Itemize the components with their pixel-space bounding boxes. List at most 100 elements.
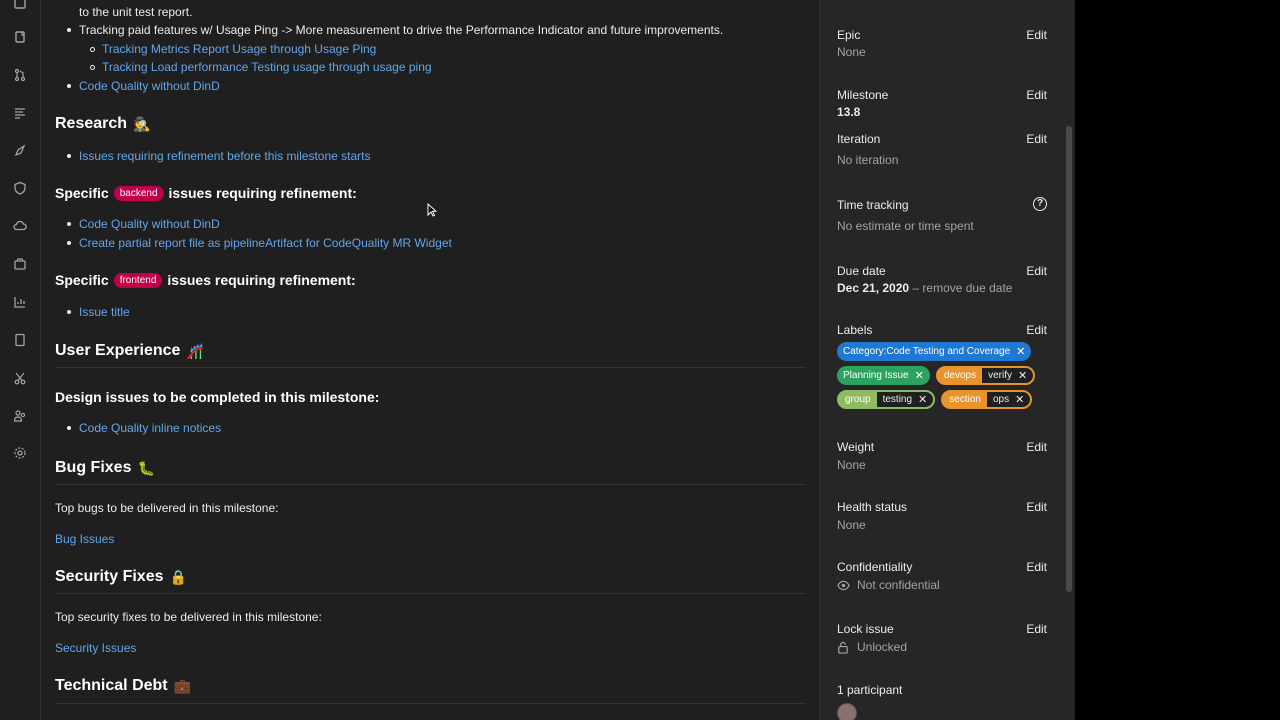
health-status-edit-button[interactable]: Edit [1026,500,1047,514]
bugs-text: Top bugs to be delivered in this milesto… [55,501,279,515]
time-tracking-title: Time tracking [837,198,909,212]
time-tracking-value: No estimate or time spent [837,219,974,233]
milestone-edit-button[interactable]: Edit [1026,88,1047,102]
health-status-title: Health status [837,500,908,514]
label-section-ops[interactable]: section ops ✕ [941,390,1033,409]
blank-area [1075,0,1280,720]
bug-issues-link[interactable]: Bug Issues [55,532,114,546]
list-item: Create partial report file as pipelineAr… [67,235,452,251]
label-category[interactable]: Category:Code Testing and Coverage ✕ [837,342,1032,361]
left-nav [0,0,41,720]
scrollbar-thumb[interactable] [1066,126,1072,592]
divider [55,593,806,594]
rocket-icon[interactable] [13,144,27,158]
label-group-testing[interactable]: group testing ✕ [837,390,936,409]
divider [55,367,806,368]
help-icon[interactable]: ? [1033,197,1047,211]
lock-emoji: 🔒 [169,568,187,585]
bug-emoji: 🐛 [137,459,155,476]
epic-value: None [837,45,866,59]
frontend-pill: frontend [113,272,163,288]
lock-issue-edit-button[interactable]: Edit [1026,622,1047,636]
roller-coaster-emoji: 🎢 [186,342,204,359]
shield-icon[interactable] [13,181,27,195]
iteration-edit-button[interactable]: Edit [1026,132,1047,146]
remove-label-icon[interactable]: ✕ [915,366,930,385]
tracking-metrics-link[interactable]: Tracking Metrics Report Usage through Us… [102,42,376,56]
heading-design: Design issues to be completed in this mi… [55,389,380,405]
list-item: Tracking Load performance Testing usage … [90,59,432,75]
list-item-text: Tracking paid features w/ Usage Ping -> … [66,23,724,37]
project-icon[interactable] [13,0,27,10]
divider [55,484,806,485]
analytics-icon[interactable] [13,295,27,309]
snippets-icon[interactable] [13,371,27,385]
package-icon[interactable] [13,257,27,271]
heading-security: Security Fixes 🔒 [55,568,187,585]
detective-emoji: 🕵️ [133,115,151,132]
heading-bugs: Bug Fixes 🐛 [55,459,155,476]
label-planning-issue[interactable]: Planning Issue ✕ [837,366,930,385]
epic-edit-button[interactable]: Edit [1026,28,1047,42]
security-issues-link[interactable]: Security Issues [55,641,136,655]
confidentiality-value: Not confidential [837,578,940,592]
labels-title: Labels [837,323,873,337]
labels-edit-button[interactable]: Edit [1026,323,1047,337]
remove-label-icon[interactable]: ✕ [1015,392,1031,407]
list-item-text: to the unit test report. [79,5,193,19]
issues-refinement-link[interactable]: Issues requiring refinement before this … [79,149,370,163]
backend-pill: backend [113,185,164,201]
heading-ux: User Experience 🎢 [55,342,204,359]
wiki-icon[interactable] [13,333,27,347]
issue-sidebar: Epic Edit None Milestone Edit 13.8 Itera… [819,0,1062,720]
iteration-title: Iteration [837,132,881,146]
labels-row: Category:Code Testing and Coverage ✕ [837,342,1032,361]
confidentiality-edit-button[interactable]: Edit [1026,560,1047,574]
unlock-icon [838,641,848,654]
code-quality-dind-link-2[interactable]: Code Quality without DinD [79,217,220,231]
list-item: Issue title [67,304,130,320]
heading-backend: Specific backend issues requiring refineme… [55,185,357,201]
issue-title-link[interactable]: Issue title [79,305,130,319]
remove-label-icon[interactable]: ✕ [918,392,934,407]
issues-icon[interactable] [13,30,27,44]
milestone-title: Milestone [837,88,889,102]
lock-issue-value: Unlocked [837,640,907,654]
lock-issue-title: Lock issue [837,622,894,636]
partial-report-link[interactable]: Create partial report file as pipelineAr… [79,236,452,250]
mouse-cursor-icon [427,203,437,217]
weight-title: Weight [837,440,875,454]
milestone-value[interactable]: 13.8 [837,105,860,119]
merge-request-icon[interactable] [13,68,27,82]
remove-due-date-link[interactable]: – remove due date [912,281,1012,295]
weight-value: None [837,458,866,472]
list-item: Tracking Metrics Report Usage through Us… [89,41,376,57]
due-date-title: Due date [837,264,886,278]
due-date-edit-button[interactable]: Edit [1026,264,1047,278]
cloud-icon[interactable] [13,219,27,233]
members-icon[interactable] [13,409,27,423]
settings-icon[interactable] [13,446,27,460]
labels-row: group testing ✕ section ops ✕ [837,390,1033,409]
remove-label-icon[interactable]: ✕ [1016,342,1031,361]
security-text: Top security fixes to be delivered in th… [55,610,322,624]
list-item: Issues requiring refinement before this … [66,148,370,164]
participants-title: 1 participant [837,683,903,697]
tracking-load-link[interactable]: Tracking Load performance Testing usage … [102,60,432,74]
epic-title: Epic [837,28,861,42]
requirements-icon[interactable] [13,106,27,120]
eye-icon [837,580,850,590]
code-quality-dind-link[interactable]: Code Quality without DinD [79,79,220,93]
list-item: Code Quality without DinD [67,216,220,232]
inline-notices-link[interactable]: Code Quality inline notices [79,421,221,435]
briefcase-emoji: 💼 [173,677,192,694]
list-item: Code Quality without DinD [67,78,220,94]
weight-edit-button[interactable]: Edit [1026,440,1047,454]
confidentiality-title: Confidentiality [837,560,913,574]
label-devops-verify[interactable]: devops verify ✕ [935,366,1036,385]
divider [55,703,806,704]
avatar[interactable] [837,703,857,720]
remove-label-icon[interactable]: ✕ [1017,368,1034,383]
heading-techdebt: Technical Debt 💼 [55,677,192,694]
iteration-value: No iteration [837,153,899,167]
